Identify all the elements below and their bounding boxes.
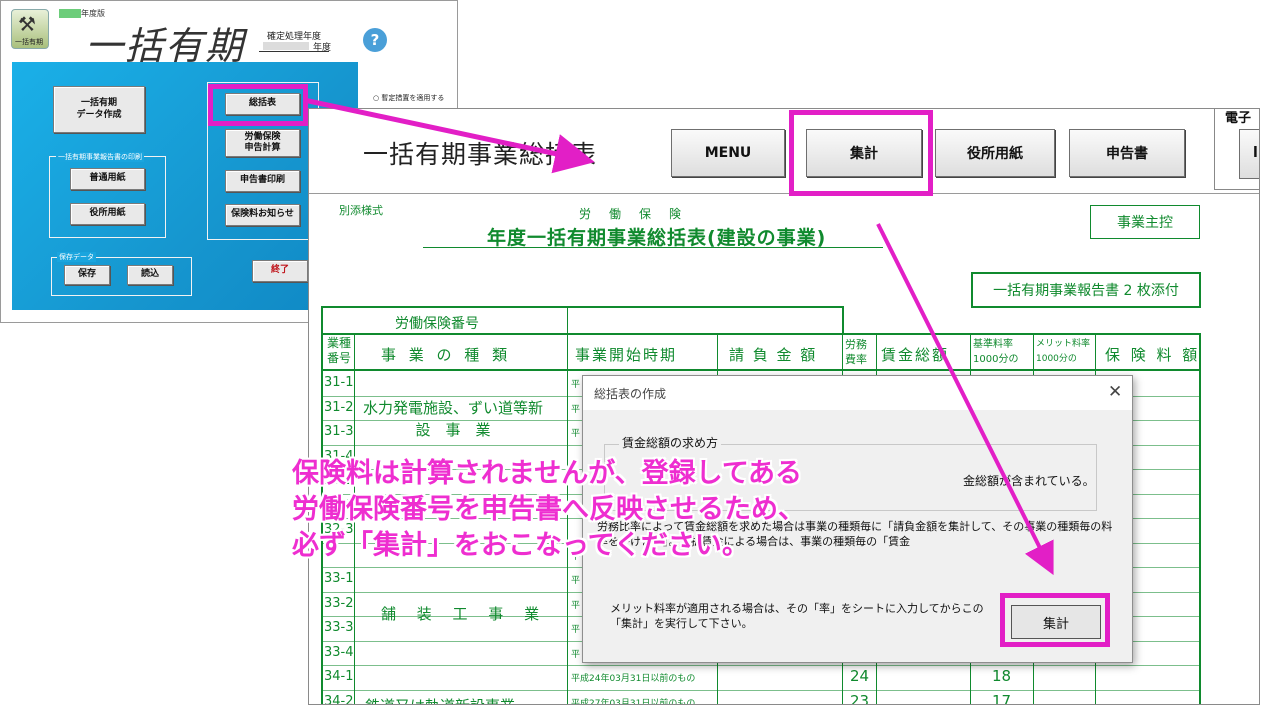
arrow-calc-to-dialog [876,223,1054,576]
instruction-callout: 保険料は計算されませんが、登録してある 労働保険番号を申告書へ反映させるため、 … [292,458,805,561]
highlight-dialog-calc-button [1000,593,1110,647]
highlight-summary-button [208,84,308,126]
arrow-menu-to-sheet [303,97,595,174]
highlight-calc-button [789,110,933,196]
